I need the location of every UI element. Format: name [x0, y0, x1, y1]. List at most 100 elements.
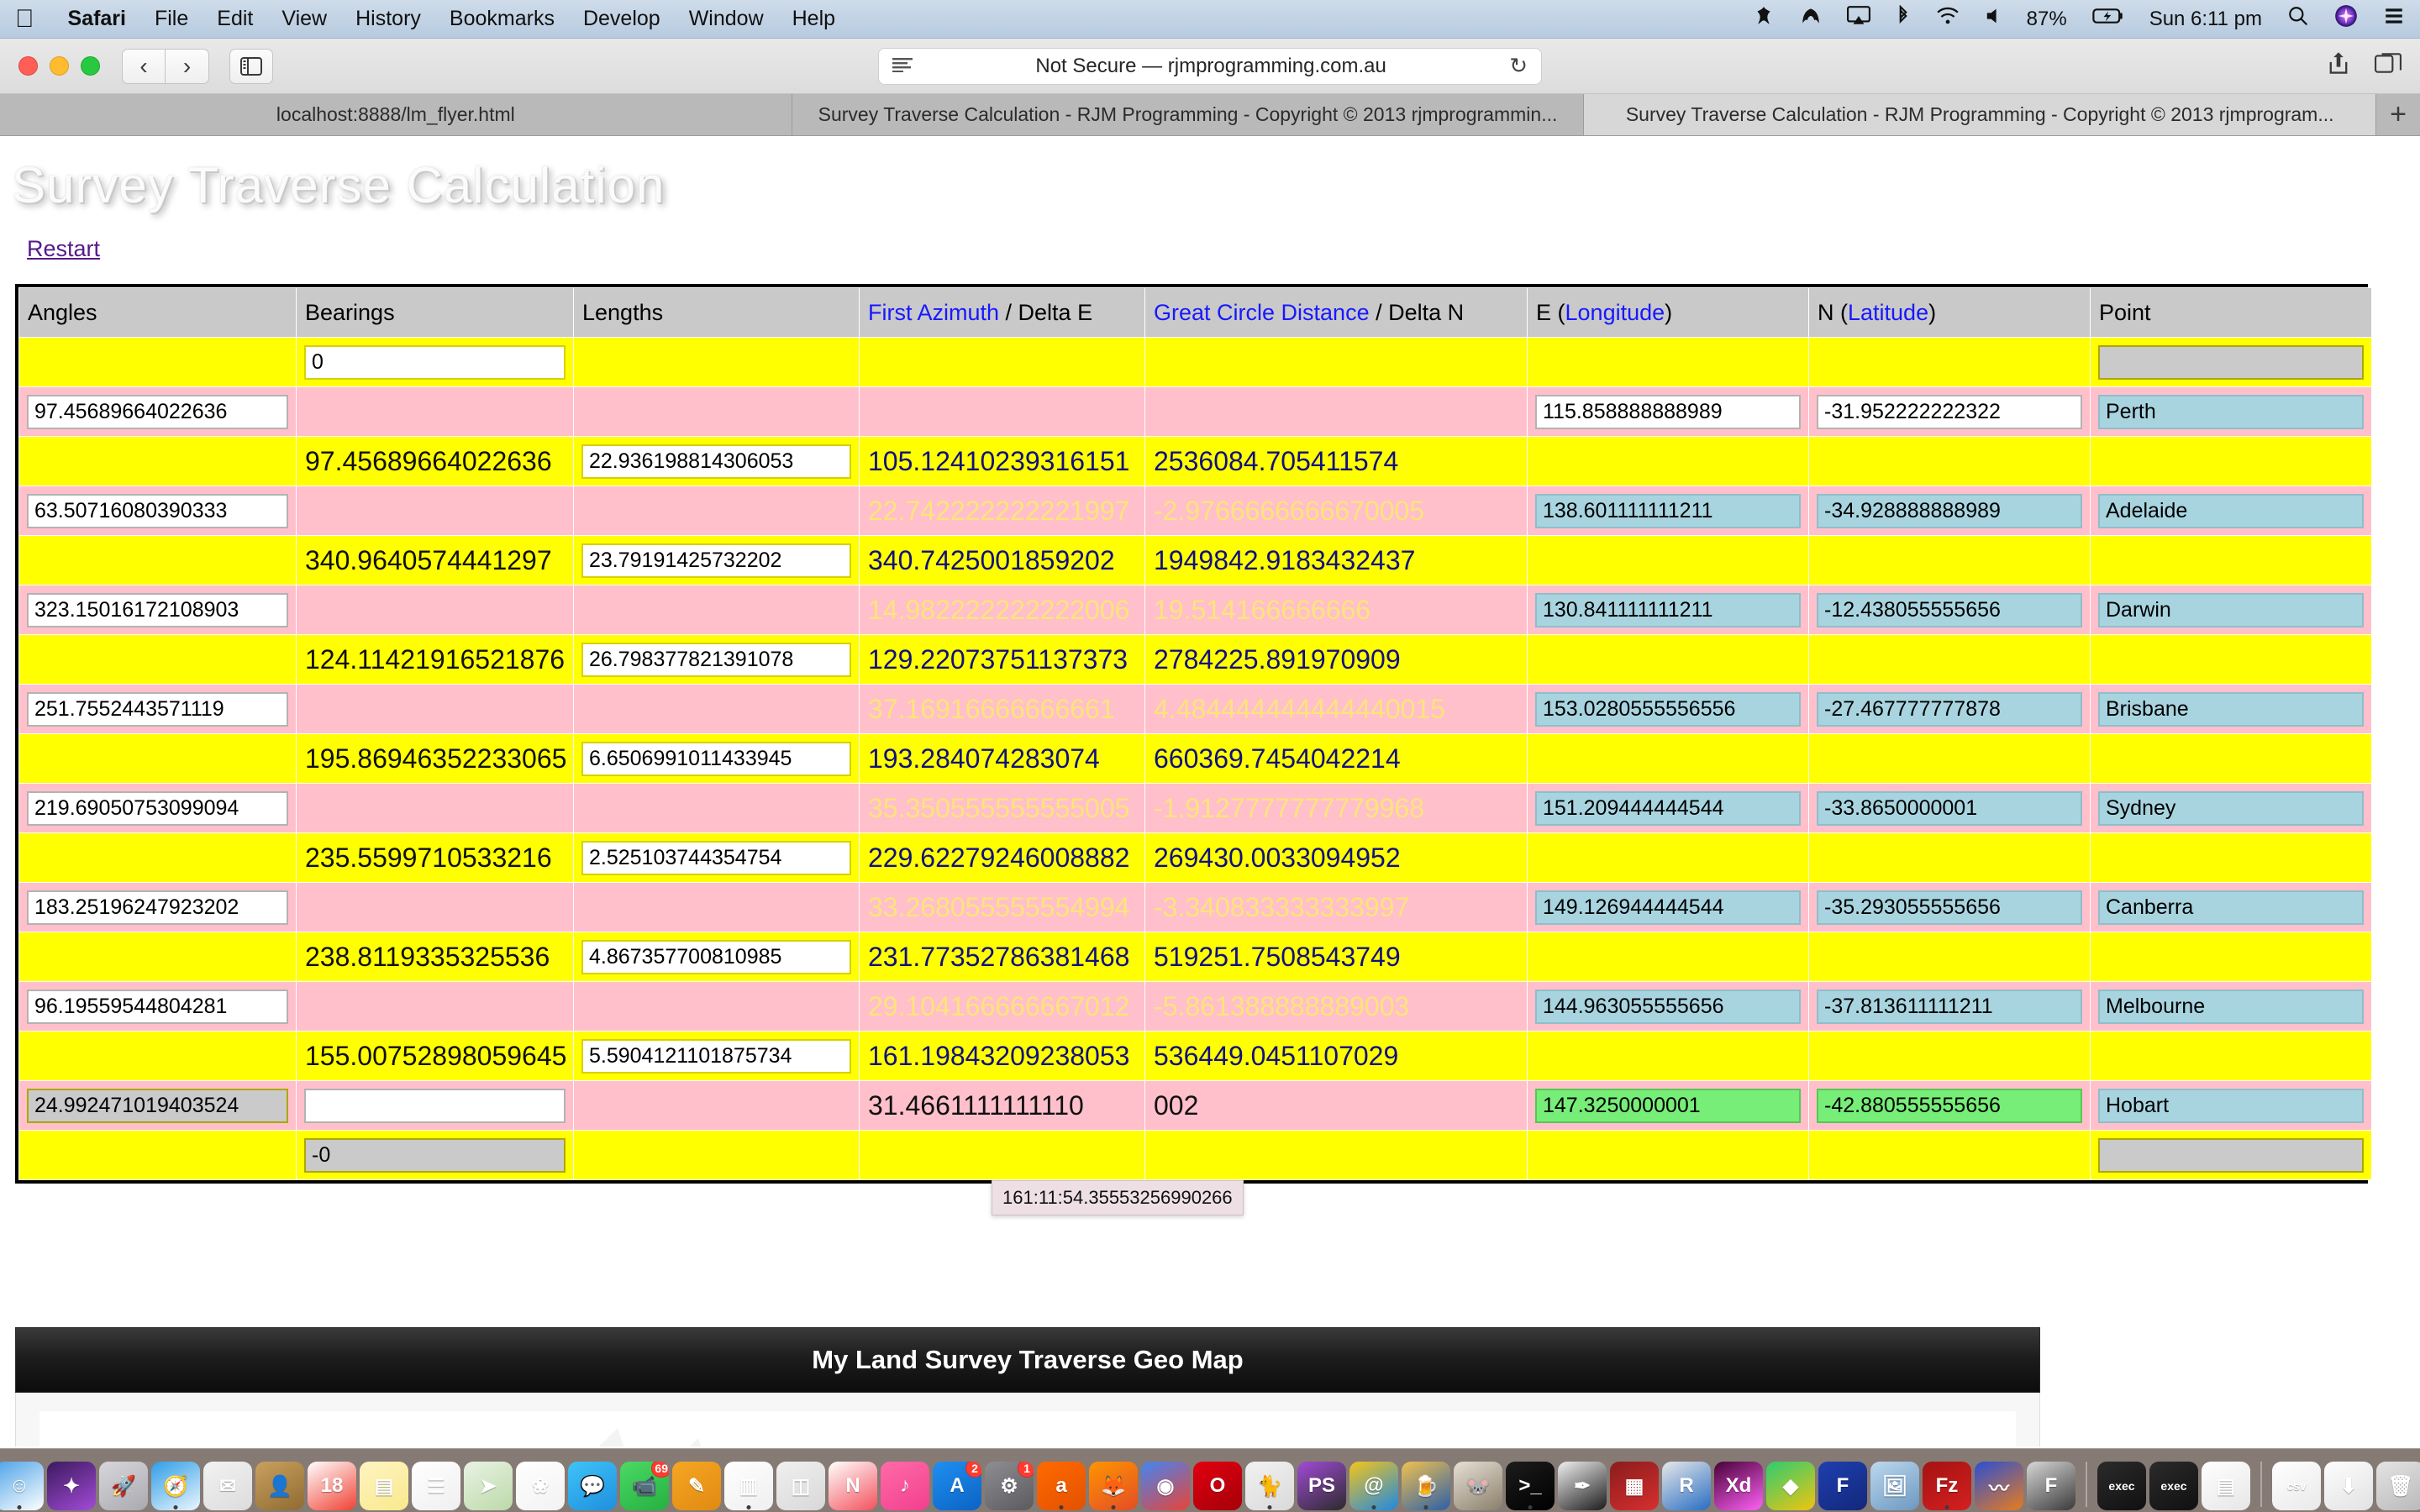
angles-input[interactable]: 96.19559544804281 — [27, 989, 288, 1024]
dock-item-fontlab[interactable]: F — [1818, 1462, 1867, 1510]
menu-item-view[interactable]: View — [281, 7, 327, 31]
latitude-input[interactable]: -37.813611111211 — [1817, 989, 2082, 1024]
tab-survey-traverse-1[interactable]: Survey Traverse Calculation - RJM Progra… — [792, 94, 1585, 135]
dock-item-adobe-xd[interactable]: Xd — [1714, 1462, 1763, 1510]
point-input[interactable] — [2098, 1137, 2364, 1173]
sidebar-toggle-button[interactable] — [229, 48, 273, 84]
dock-item-white-cat[interactable]: 🐈 — [1245, 1462, 1294, 1510]
menu-item-file[interactable]: File — [155, 7, 188, 31]
geo-map-body[interactable] — [15, 1393, 2040, 1446]
geo-map-canvas[interactable] — [39, 1411, 2016, 1446]
angles-input[interactable]: 219.69050753099094 — [27, 790, 288, 826]
dock-item-preview[interactable]: 🖼 — [1870, 1462, 1919, 1510]
dock-item-siri[interactable]: ✦ — [47, 1462, 96, 1510]
angles-input[interactable]: 183.25196247923202 — [27, 890, 288, 925]
tab-bar[interactable]: localhost:8888/lm_flyer.html Survey Trav… — [0, 94, 2420, 136]
longitude-input[interactable]: 153.0280555556556 — [1535, 691, 1801, 727]
dock-item-colour-app[interactable]: ◆ — [1766, 1462, 1815, 1510]
dock-item-photobooth[interactable]: ▦ — [1610, 1462, 1659, 1510]
dock-item-notes[interactable]: ▤ — [360, 1462, 408, 1510]
tab-localhost-flyer[interactable]: localhost:8888/lm_flyer.html — [0, 94, 792, 135]
menu-item-safari[interactable]: Safari — [68, 7, 126, 31]
dock-item-itunes[interactable]: ♪ — [881, 1462, 929, 1510]
point-input[interactable]: Perth — [2098, 394, 2364, 429]
menu-item-history[interactable]: History — [355, 7, 421, 31]
dock-item-audacity[interactable]: 〰 — [1975, 1462, 2023, 1510]
reader-view-icon[interactable] — [892, 57, 913, 76]
dock-item-safari[interactable]: 🧭 — [151, 1462, 200, 1510]
dock-item-photos[interactable]: ❀ — [516, 1462, 565, 1510]
lengths-input[interactable]: 6.6506991011433945 — [581, 741, 851, 776]
dock-item-chrome[interactable]: ◉ — [1141, 1462, 1190, 1510]
dock-item-facetime[interactable]: 📹 69 — [620, 1462, 669, 1510]
menu-item-window[interactable]: Window — [689, 7, 764, 31]
macos-dock[interactable]: ☺ ✦ 🚀 🧭 ✉ 👤 18 ▤ ☰ ➤ ❀ 💬 📹 69 ✎ ▥ ◫ N ♪ A 2 ⚙ 1 a 🦊 ◉ O 🐈 PS @ 🍺 🐭 >_ ✒ ▦ R… — [0, 1448, 2420, 1512]
dock-item-gimp[interactable]: 🐭 — [1454, 1462, 1502, 1510]
new-tab-button[interactable]: + — [2376, 94, 2420, 135]
menu-item-edit[interactable]: Edit — [217, 7, 253, 31]
dock-item-launchpad[interactable]: 🚀 — [99, 1462, 148, 1510]
point-input[interactable]: Brisbane — [2098, 691, 2364, 727]
siri-icon[interactable] — [2334, 4, 2358, 34]
longitude-input[interactable]: 144.963055555656 — [1535, 989, 1801, 1024]
angles-input[interactable]: 251.7552443571119 — [27, 691, 288, 727]
wifi-icon[interactable] — [1936, 6, 1960, 32]
lengths-input[interactable]: 22.936198814306053 — [581, 444, 851, 479]
longitude-input[interactable]: 115.858888888989 — [1535, 394, 1801, 429]
latitude-input[interactable]: -27.467777777878 — [1817, 691, 2082, 727]
adobe-icon[interactable] — [1753, 5, 1775, 33]
longitude-input[interactable]: 130.841111111211 — [1535, 592, 1801, 627]
lengths-input[interactable]: 2.525103744354754 — [581, 840, 851, 875]
longitude-input[interactable]: 138.601111111211 — [1535, 493, 1801, 528]
dock-item-mail[interactable]: ✉ — [203, 1462, 252, 1510]
tab-overview-icon[interactable] — [2375, 52, 2402, 81]
point-input[interactable] — [2098, 344, 2364, 380]
dock-item-firefox[interactable]: 🦊 — [1089, 1462, 1138, 1510]
dock-item-pages[interactable]: ✎ — [672, 1462, 721, 1510]
lengths-input[interactable]: 5.5904121101875734 — [581, 1038, 851, 1074]
dock-item-keynote[interactable]: ◫ — [776, 1462, 825, 1510]
longitude-input[interactable]: 147.3250000001 — [1535, 1088, 1801, 1123]
dock-item-app-store[interactable]: A2 — [933, 1462, 981, 1510]
menu-item-bookmarks[interactable]: Bookmarks — [450, 7, 555, 31]
dock-item-fetch[interactable]: F — [2027, 1462, 2075, 1510]
reload-icon[interactable]: ↻ — [1509, 53, 1528, 79]
restart-link[interactable]: Restart — [27, 236, 100, 262]
close-window-button[interactable] — [18, 56, 38, 76]
dock-item-exec-file-1[interactable]: exec — [2097, 1462, 2146, 1510]
dock-item-trash[interactable]: 🗑 — [2376, 1462, 2420, 1510]
forward-button[interactable]: › — [166, 48, 209, 84]
dock-item-reminders[interactable]: ☰ — [412, 1462, 460, 1510]
dock-item-textedit-doc[interactable]: ▤ — [2202, 1462, 2250, 1510]
angles-input[interactable]: 63.50716080390333 — [27, 493, 288, 528]
volume-icon[interactable] — [1985, 6, 2002, 32]
point-input[interactable]: Adelaide — [2098, 493, 2364, 528]
dock-item-r-studio[interactable]: R — [1662, 1462, 1711, 1510]
bearings-input[interactable]: -0 — [304, 1137, 566, 1173]
navigation-buttons[interactable]: ‹ › — [122, 48, 209, 84]
menubar-clock[interactable]: Sun 6:11 pm — [2149, 8, 2262, 31]
point-input[interactable]: Hobart — [2098, 1088, 2364, 1123]
dock-item-terminal[interactable]: >_ — [1506, 1462, 1555, 1510]
menu-item-help[interactable]: Help — [792, 7, 835, 31]
control-center-icon[interactable] — [2383, 5, 2405, 33]
point-input[interactable]: Darwin — [2098, 592, 2364, 627]
point-input[interactable]: Canberra — [2098, 890, 2364, 925]
angles-input[interactable]: 323.15016172108903 — [27, 592, 288, 627]
url-text[interactable]: Not Secure — rjmprogramming.com.au — [913, 55, 1509, 78]
lengths-input[interactable]: 4.867357700810985 — [581, 939, 851, 974]
dock-item-exec-file-2[interactable]: exec — [2149, 1462, 2198, 1510]
window-controls[interactable] — [18, 56, 100, 76]
latitude-input[interactable]: -42.880555555656 — [1817, 1088, 2082, 1123]
dock-item-messages[interactable]: 💬 — [568, 1462, 617, 1510]
dock-item-system-preferences[interactable]: ⚙ 1 — [985, 1462, 1034, 1510]
share-icon[interactable] — [2328, 50, 2349, 82]
latitude-input[interactable]: -33.8650000001 — [1817, 790, 2082, 826]
latitude-input[interactable]: -31.952222222322 — [1817, 394, 2082, 429]
dock-item-numbers[interactable]: ▥ — [724, 1462, 773, 1510]
dock-item-contacts[interactable]: 👤 — [255, 1462, 304, 1510]
address-bar[interactable]: Not Secure — rjmprogramming.com.au ↻ — [878, 47, 1542, 85]
dock-item-filezilla[interactable]: Fz — [1923, 1462, 1971, 1510]
angles-input[interactable]: 24.992471019403524 — [27, 1088, 288, 1123]
back-button[interactable]: ‹ — [122, 48, 166, 84]
